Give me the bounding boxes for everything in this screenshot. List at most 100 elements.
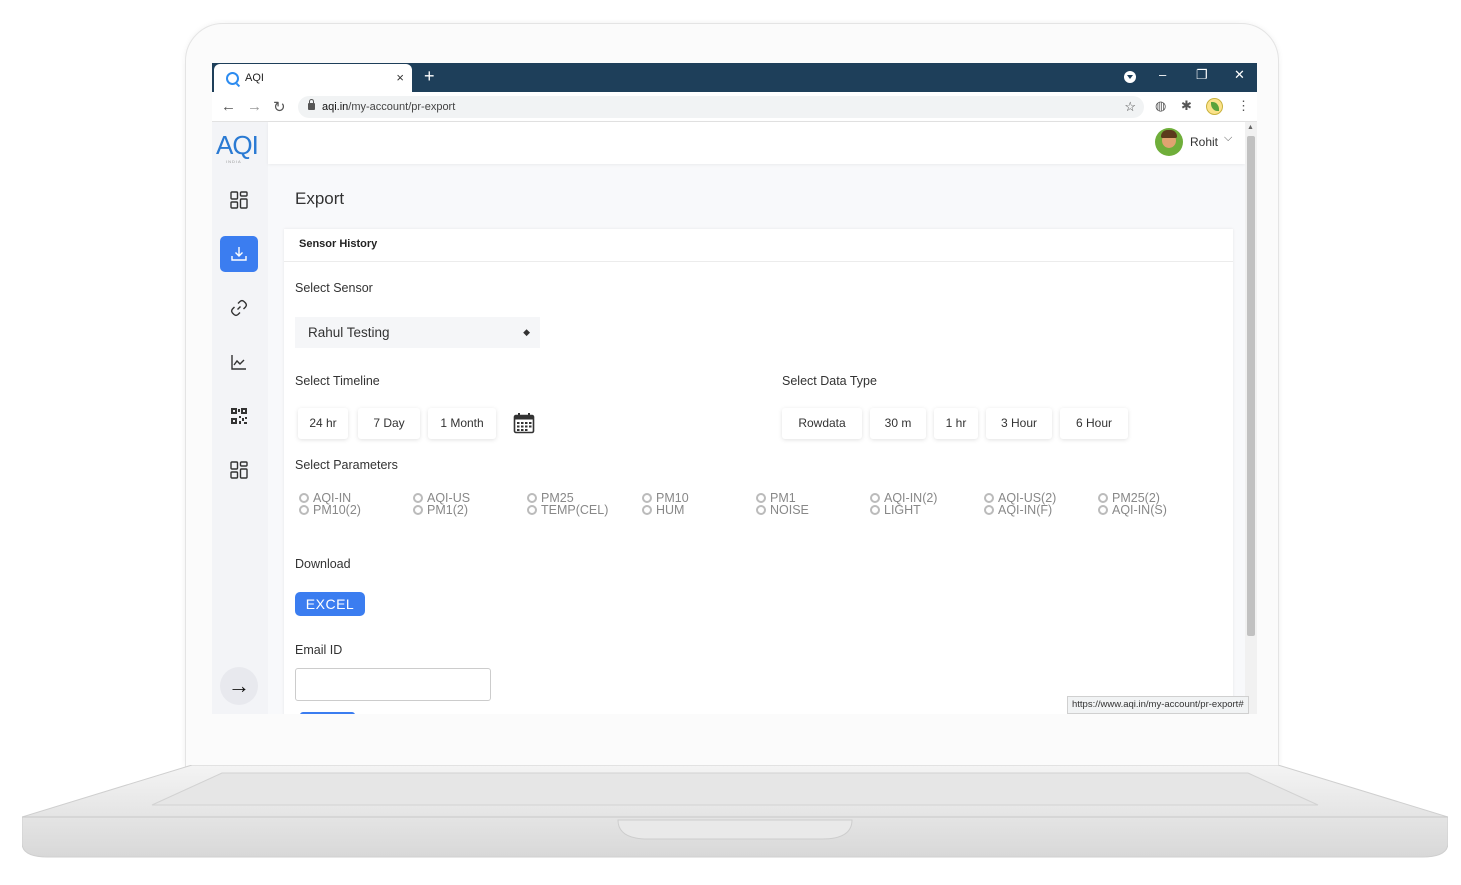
- radio-icon[interactable]: [642, 505, 652, 515]
- param-column: PM25 TEMP(CEL): [527, 492, 608, 516]
- param-label: TEMP(CEL): [541, 503, 609, 517]
- param-label: HUM: [656, 503, 685, 517]
- grid-icon: [230, 461, 248, 479]
- radio-icon[interactable]: [299, 505, 309, 515]
- leaf-extension-icon[interactable]: [1206, 98, 1223, 115]
- chart-icon: [231, 355, 246, 370]
- submit-button[interactable]: [300, 712, 355, 714]
- datatype-rowdata-button[interactable]: Rowdata: [782, 408, 862, 439]
- reload-icon[interactable]: ↻: [273, 98, 286, 116]
- sidebar-item-qr[interactable]: [220, 398, 258, 434]
- param-label: LIGHT: [884, 503, 921, 517]
- sidebar-item-dashboard[interactable]: [220, 182, 258, 218]
- radio-icon[interactable]: [870, 493, 880, 503]
- radio-icon[interactable]: [756, 505, 766, 515]
- email-field[interactable]: [295, 668, 491, 701]
- radio-icon[interactable]: [1098, 493, 1108, 503]
- param-option[interactable]: HUM: [642, 504, 689, 516]
- tab-title: AQI: [245, 72, 264, 84]
- radio-icon[interactable]: [413, 505, 423, 515]
- radio-icon[interactable]: [413, 493, 423, 503]
- datatype-6hour-button[interactable]: 6 Hour: [1060, 408, 1128, 439]
- page-scrollbar[interactable]: ▲: [1245, 122, 1257, 714]
- sidebar-item-devices[interactable]: [220, 452, 258, 488]
- restore-button[interactable]: ❐: [1196, 67, 1208, 83]
- download-label: Download: [295, 557, 351, 571]
- chevron-down-icon[interactable]: ⌵: [1224, 132, 1232, 145]
- url-input[interactable]: aqi.in/my-account/pr-export ☆: [298, 96, 1144, 118]
- timeline-7day-button[interactable]: 7 Day: [358, 408, 420, 439]
- page-title: Export: [295, 189, 345, 208]
- minimize-button[interactable]: –: [1159, 67, 1166, 82]
- radio-icon[interactable]: [984, 493, 994, 503]
- browser-tab[interactable]: AQI ×: [214, 64, 412, 92]
- url-domain: aqi.in: [322, 101, 349, 113]
- radio-icon[interactable]: [756, 493, 766, 503]
- browser-tab-bar: AQI × + – ❐ ✕: [212, 63, 1257, 92]
- radio-icon[interactable]: [527, 505, 537, 515]
- calendar-icon[interactable]: [513, 412, 535, 434]
- laptop-base: [22, 765, 1448, 860]
- param-option[interactable]: PM10(2): [299, 504, 361, 516]
- link-icon: [230, 299, 248, 317]
- radio-icon[interactable]: [527, 493, 537, 503]
- bookmark-star-icon[interactable]: ☆: [1124, 96, 1136, 118]
- param-option[interactable]: LIGHT: [870, 504, 937, 516]
- param-label: NOISE: [770, 503, 809, 517]
- radio-icon[interactable]: [984, 505, 994, 515]
- datatype-3hour-button[interactable]: 3 Hour: [986, 408, 1052, 439]
- sidebar-item-export[interactable]: [220, 236, 258, 272]
- aqi-logo[interactable]: AQI: [216, 130, 259, 161]
- url-path: /my-account/pr-export: [348, 101, 456, 113]
- radio-icon[interactable]: [1098, 505, 1108, 515]
- timeline-1month-button[interactable]: 1 Month: [428, 408, 496, 439]
- user-name[interactable]: Rohit: [1190, 135, 1218, 149]
- param-option[interactable]: AQI-IN(S): [1098, 504, 1167, 516]
- param-option[interactable]: TEMP(CEL): [527, 504, 608, 516]
- sidebar-item-link[interactable]: [220, 290, 258, 326]
- param-label: AQI-IN(F): [998, 503, 1053, 517]
- app-container: AQI INDIA → Rohit ⌵ Export Sensor Histor…: [212, 122, 1257, 714]
- aqi-favicon-icon: [226, 71, 239, 85]
- radio-icon[interactable]: [299, 493, 309, 503]
- datatype-30m-button[interactable]: 30 m: [870, 408, 926, 439]
- tab-close-icon[interactable]: ×: [396, 70, 404, 85]
- collapse-arrow-button[interactable]: →: [220, 667, 258, 705]
- back-arrow-icon[interactable]: ←: [221, 98, 236, 115]
- sensor-history-card: Sensor History: [284, 229, 1233, 714]
- select-parameters-label: Select Parameters: [295, 458, 398, 472]
- card-header: Sensor History: [284, 229, 1233, 262]
- param-column: AQI-US(2) AQI-IN(F): [984, 492, 1056, 516]
- param-label: PM10(2): [313, 503, 361, 517]
- radio-icon[interactable]: [642, 493, 652, 503]
- param-column: PM10 HUM: [642, 492, 689, 516]
- datatype-1hr-button[interactable]: 1 hr: [934, 408, 978, 439]
- param-column: AQI-US PM1(2): [413, 492, 470, 516]
- avatar[interactable]: [1155, 128, 1183, 156]
- param-option[interactable]: AQI-IN(F): [984, 504, 1056, 516]
- param-column: AQI-IN(2) LIGHT: [870, 492, 937, 516]
- scroll-up-arrow-icon[interactable]: ▲: [1247, 124, 1254, 131]
- puzzle-extension-icon[interactable]: ✱: [1181, 98, 1192, 114]
- download-icon: [231, 247, 247, 261]
- timeline-24hr-button[interactable]: 24 hr: [298, 408, 348, 439]
- sensor-select[interactable]: Rahul Testing ◆: [295, 317, 540, 348]
- card-title: Sensor History: [299, 238, 378, 250]
- grid-icon: [230, 191, 248, 209]
- sidebar-item-analytics[interactable]: [220, 344, 258, 380]
- param-option[interactable]: NOISE: [756, 504, 809, 516]
- scrollbar-thumb[interactable]: [1247, 136, 1255, 636]
- param-option[interactable]: PM1(2): [413, 504, 470, 516]
- param-label: AQI-IN(S): [1112, 503, 1167, 517]
- globe-extension-icon[interactable]: ◍: [1155, 98, 1166, 114]
- forward-arrow-icon[interactable]: →: [247, 98, 262, 115]
- new-tab-button[interactable]: +: [424, 66, 435, 87]
- email-label: Email ID: [295, 643, 343, 657]
- browser-menu-icon[interactable]: ⋮: [1237, 98, 1250, 114]
- close-window-button[interactable]: ✕: [1234, 67, 1245, 83]
- excel-download-button[interactable]: EXCEL: [295, 592, 365, 616]
- radio-icon[interactable]: [870, 505, 880, 515]
- profile-menu-icon[interactable]: [1124, 71, 1136, 83]
- laptop-screen: AQI × + – ❐ ✕ ← → ↻ aqi.in/my-account/pr…: [212, 63, 1257, 714]
- param-column: PM1 NOISE: [756, 492, 809, 516]
